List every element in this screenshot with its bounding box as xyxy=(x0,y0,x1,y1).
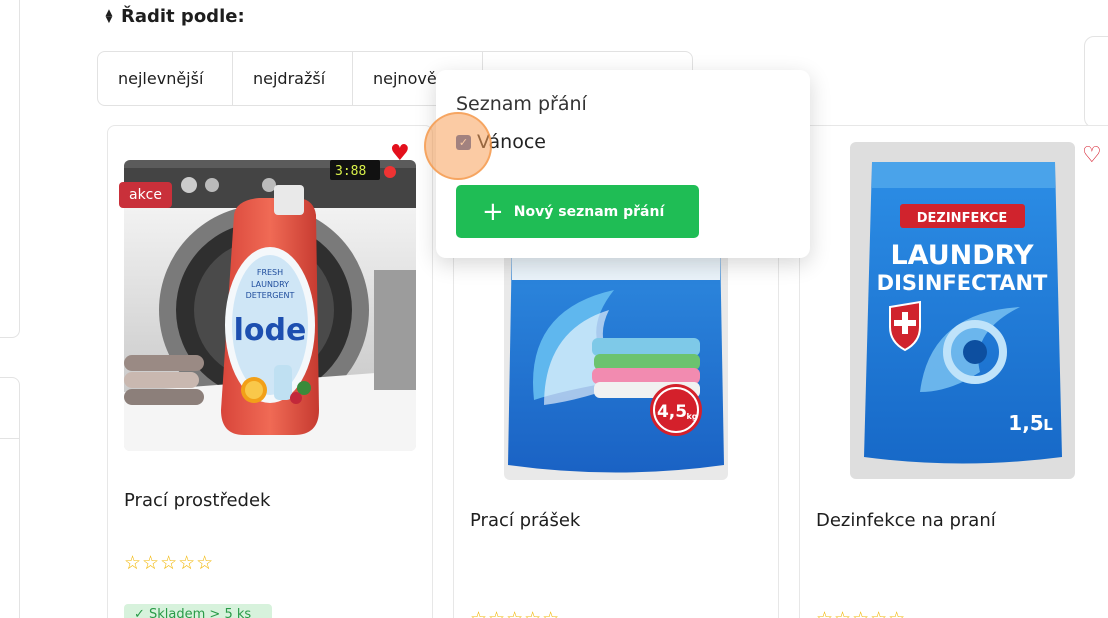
stock-status-badge: ✓ Skladem > 5 ks xyxy=(124,604,272,618)
new-wishlist-label: Nový seznam přání xyxy=(513,203,665,220)
bottle-brand: lode xyxy=(234,313,307,348)
washer-display: 3:88 xyxy=(335,164,366,179)
bottle-label-2: DETERGENT xyxy=(246,291,295,300)
disinfectant-volume-unit: L xyxy=(1043,416,1053,434)
disinfectant-line2: DISINFECTANT xyxy=(877,271,1048,295)
click-highlight xyxy=(424,112,492,180)
plus-icon: + xyxy=(482,196,504,227)
product-title[interactable]: Dezinfekce na praní xyxy=(816,510,996,531)
wishlist-popover: Seznam přání ✓ Vánoce + Nový seznam přán… xyxy=(436,70,810,258)
rating-stars: ☆☆☆☆☆ xyxy=(124,552,215,574)
side-widget[interactable] xyxy=(1084,36,1108,128)
new-wishlist-button[interactable]: + Nový seznam přání xyxy=(456,185,699,238)
disinfectant-line1: LAUNDRY xyxy=(890,240,1034,271)
divider xyxy=(0,438,20,439)
disinfectant-volume: 1,5 xyxy=(1008,411,1043,435)
bottle-label-small: FRESH xyxy=(257,268,283,277)
rating-stars: ☆☆☆☆☆ xyxy=(470,608,560,618)
disinfectant-tag: DEZINFEKCE xyxy=(917,211,1008,226)
powder-illustration: 4,5 kg xyxy=(504,240,728,480)
heart-filled-icon[interactable]: ♥ xyxy=(390,143,410,165)
sort-heading-label: Řadit podle: xyxy=(121,6,245,27)
product-title[interactable]: Prací prostředek xyxy=(124,490,270,511)
filter-panel-secondary xyxy=(0,377,20,618)
sort-heading: ▲ ▼ Řadit podle: xyxy=(103,6,245,27)
bottle-label-1: LAUNDRY xyxy=(251,280,289,289)
product-title[interactable]: Prací prášek xyxy=(470,510,580,531)
sort-option-most-expensive[interactable]: nejdražší xyxy=(233,52,353,105)
heart-outline-icon[interactable]: ♡ xyxy=(1082,145,1102,167)
disinfectant-illustration: DEZINFEKCE LAUNDRY DISINFECTANT 1,5 L xyxy=(850,142,1075,479)
powder-weight: 4,5 xyxy=(657,402,687,422)
sort-option-cheapest[interactable]: nejlevnější xyxy=(98,52,233,105)
sale-badge: akce xyxy=(119,182,172,208)
product-image-powder[interactable]: 4,5 kg xyxy=(504,240,728,480)
sort-icon: ▲ ▼ xyxy=(105,7,113,25)
filter-panel xyxy=(0,0,20,338)
powder-weight-unit: kg xyxy=(686,412,697,421)
product-image-disinfectant[interactable]: DEZINFEKCE LAUNDRY DISINFECTANT 1,5 L xyxy=(850,142,1075,479)
wishlist-title: Seznam přání xyxy=(456,93,587,115)
rating-stars: ☆☆☆☆☆ xyxy=(816,608,906,618)
